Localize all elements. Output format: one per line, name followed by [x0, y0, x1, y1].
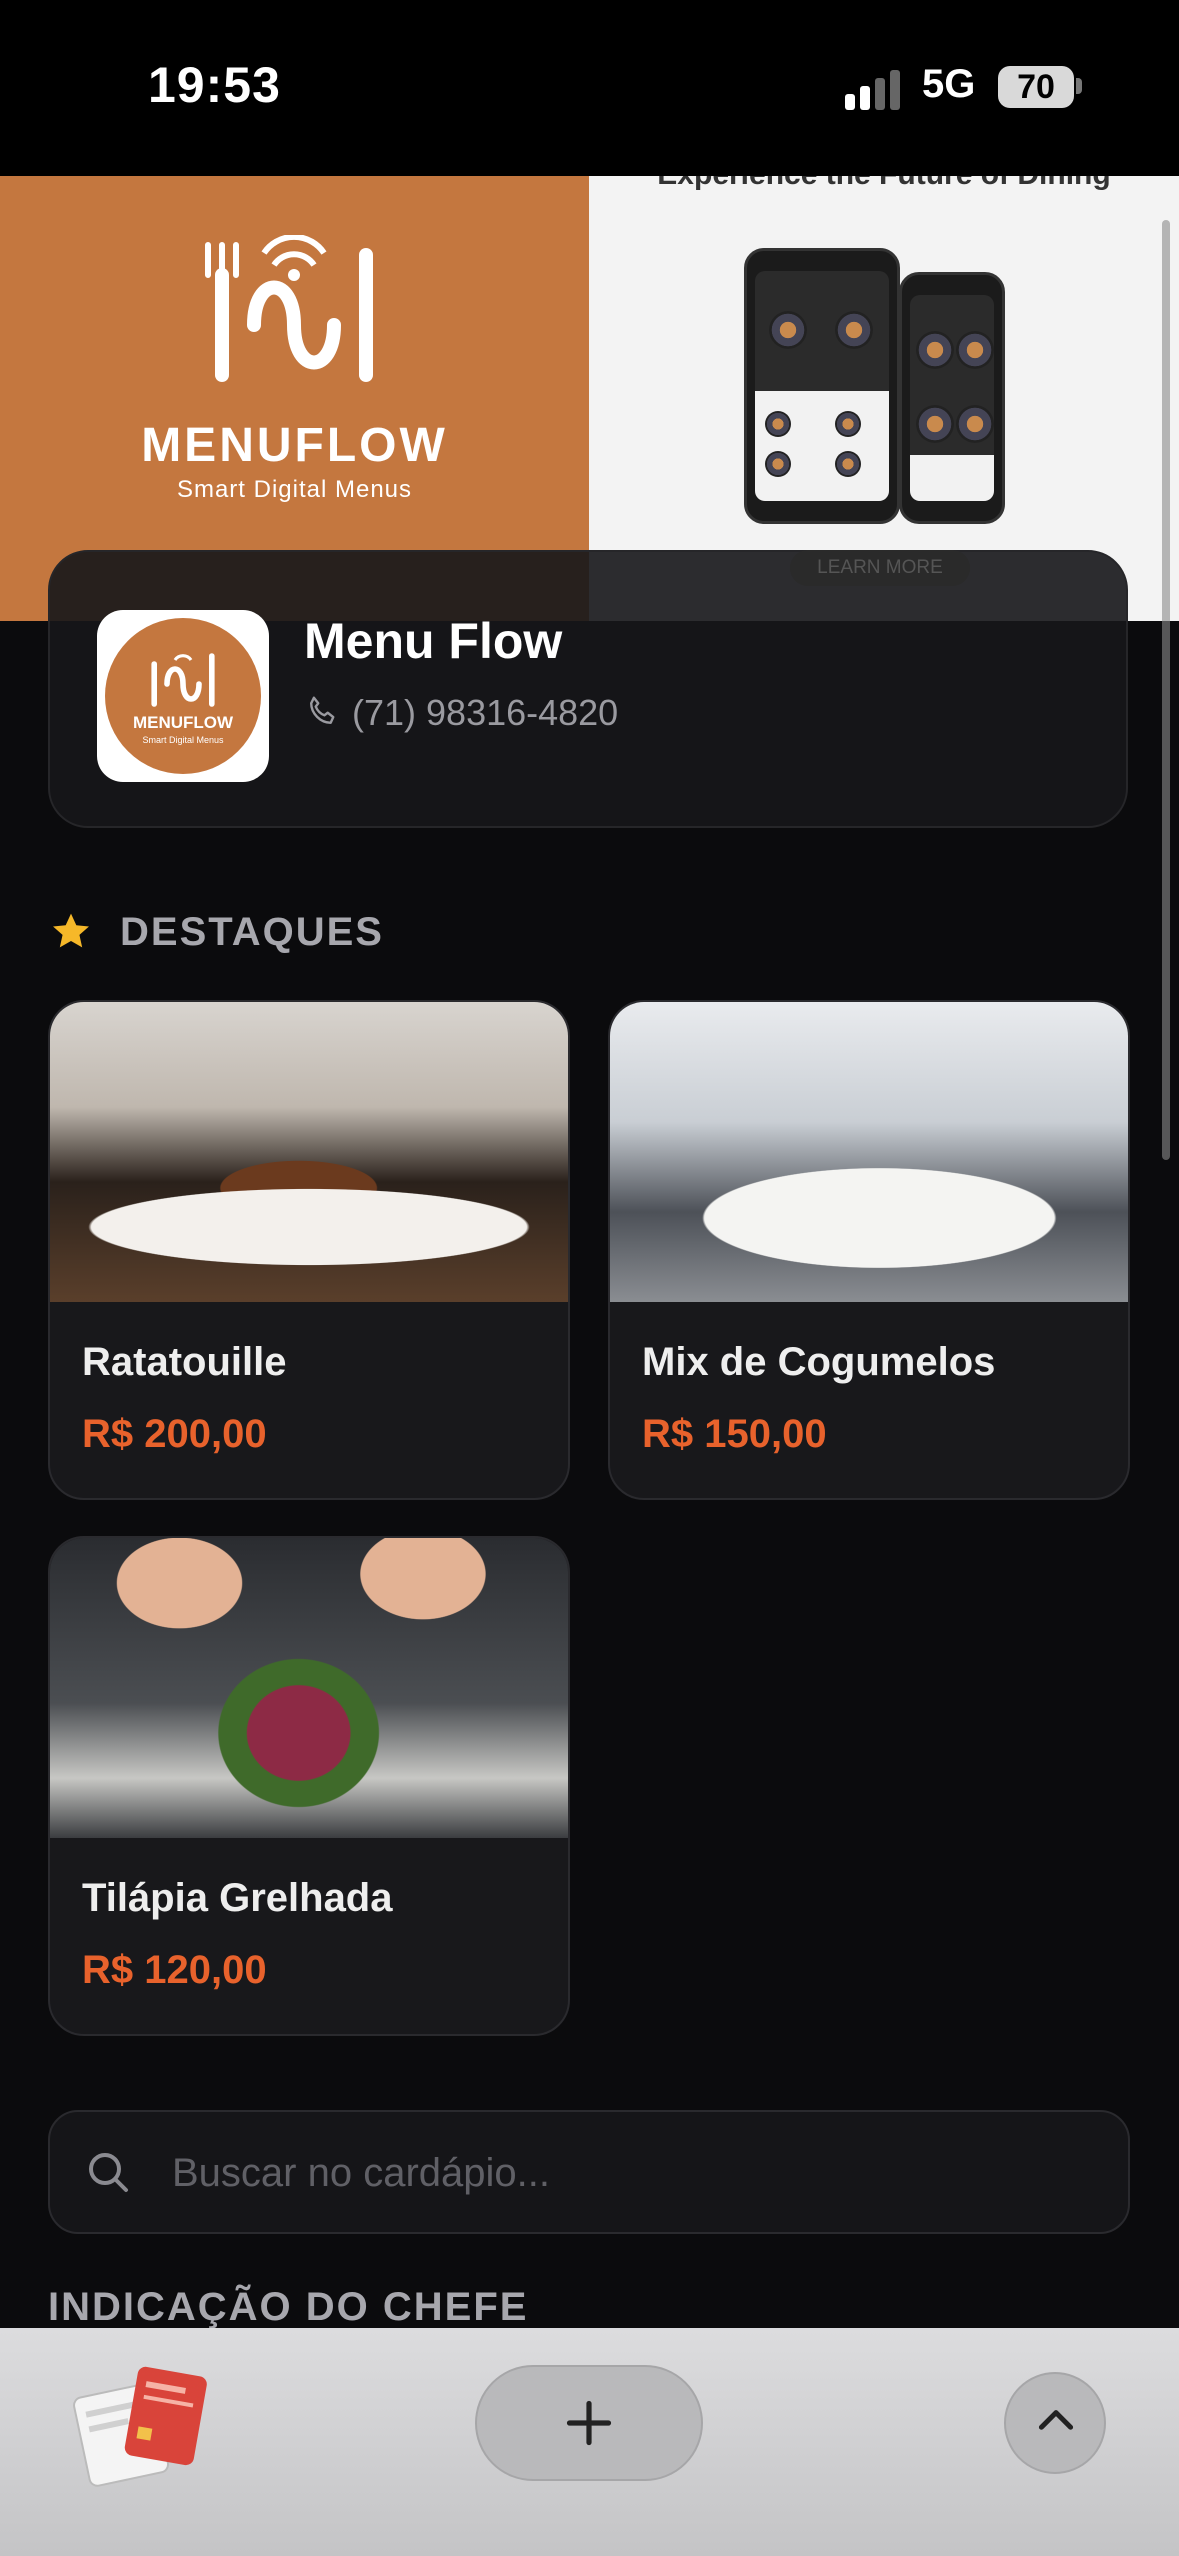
new-tab-button[interactable]	[475, 2365, 703, 2481]
dish-photo	[50, 1002, 568, 1302]
network-type: 5G	[922, 62, 976, 106]
featured-item-card[interactable]: Tilápia Grelhada R$ 120,00	[48, 1536, 570, 2036]
phone-icon	[310, 696, 335, 724]
menuflow-logo-icon	[205, 235, 373, 382]
store-name: Menu Flow	[304, 613, 563, 669]
scroll-up-button[interactable]	[1004, 2372, 1106, 2474]
promo-title: Experience the Future of Dining	[589, 176, 1179, 192]
logo-title: MENUFLOW	[132, 713, 234, 732]
dish-price: R$ 200,00	[82, 1412, 267, 1456]
status-time: 19:53	[148, 57, 281, 113]
status-bar: 19:53 5G 70	[0, 0, 1179, 176]
battery-level: 70	[998, 66, 1074, 108]
store-logo: MENUFLOW Smart Digital Menus	[97, 610, 269, 782]
chevron-up-icon	[1038, 2410, 1074, 2430]
dish-photo	[610, 1002, 1128, 1302]
dish-price: R$ 150,00	[642, 1412, 827, 1456]
dish-price: R$ 120,00	[82, 1948, 267, 1992]
menuflow-logo-icon	[151, 653, 215, 707]
featured-item-card[interactable]: Mix de Cogumelos R$ 150,00	[608, 1000, 1130, 1500]
dish-name: Mix de Cogumelos	[642, 1340, 996, 1384]
phone-mockup-large	[744, 248, 900, 524]
store-phone[interactable]: (71) 98316-4820	[352, 692, 618, 734]
brand-tagline: Smart Digital Menus	[176, 476, 413, 503]
search-icon	[89, 2153, 128, 2192]
tabs-icon[interactable]	[70, 2360, 210, 2490]
phone-mockup-small	[899, 272, 1005, 524]
learn-more-button[interactable]: LEARN MORE	[790, 550, 970, 586]
star-icon	[53, 913, 89, 948]
battery-icon	[1076, 78, 1082, 94]
chef-recommendation-heading: INDICAÇÃO DO CHEFE	[48, 2285, 529, 2329]
featured-heading: DESTAQUES	[120, 910, 384, 954]
plus-icon	[566, 2400, 612, 2446]
scrollbar[interactable]	[1162, 220, 1170, 1160]
dish-name: Tilápia Grelhada	[82, 1876, 393, 1920]
cellular-signal-icon	[845, 70, 900, 110]
search-input[interactable]	[170, 2138, 1074, 2208]
dish-name: Ratatouille	[82, 1340, 287, 1384]
dish-photo	[50, 1538, 568, 1838]
featured-item-card[interactable]: Ratatouille R$ 200,00	[48, 1000, 570, 1500]
brand-name: MENUFLOW	[141, 419, 448, 472]
logo-subtitle: Smart Digital Menus	[142, 735, 224, 745]
